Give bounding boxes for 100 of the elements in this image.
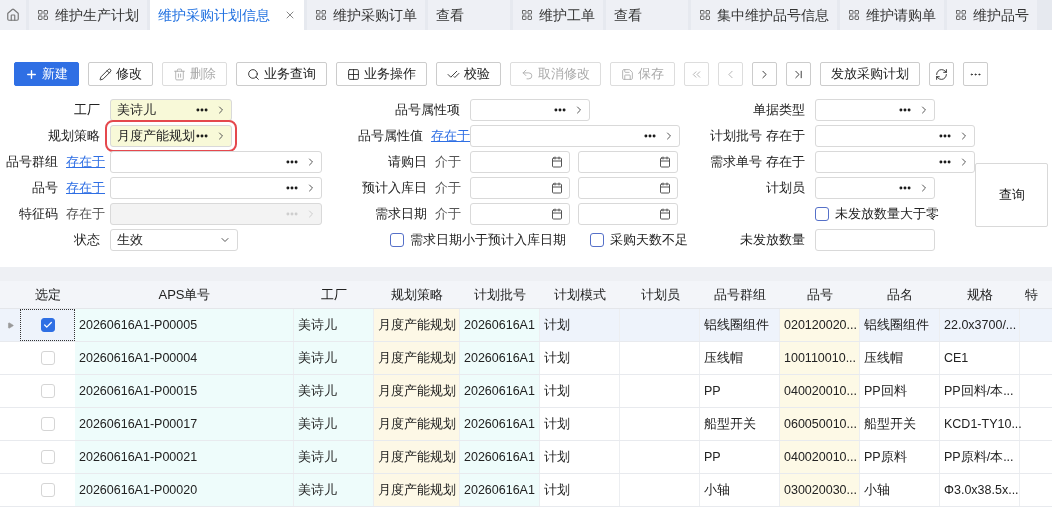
column-header: 计划员 <box>640 285 680 304</box>
undo-icon <box>521 67 534 81</box>
tool-button[interactable] <box>929 62 954 86</box>
operator-label: 介于 <box>435 153 461 172</box>
table-cell-text: 美诗儿 <box>298 349 337 367</box>
date-field[interactable] <box>470 177 570 199</box>
column-header: APS单号 <box>158 285 211 304</box>
lookup-field[interactable] <box>815 177 935 199</box>
operator-link[interactable]: 存在于 <box>66 152 105 172</box>
toolbar-button[interactable]: 新建 <box>14 62 79 86</box>
field-label: 品号属性项 <box>395 101 460 120</box>
table-cell-text: 月度产能规划 <box>378 448 456 466</box>
toolbar-button[interactable]: 校验 <box>436 62 501 86</box>
toolbar-button[interactable]: 发放采购计划 <box>820 62 920 86</box>
table-cell-text: 月度产能规划 <box>378 349 456 367</box>
field-label: 品号群组 <box>5 153 59 172</box>
lookup-field[interactable] <box>470 125 680 147</box>
table-cell-text: 月度产能规划 <box>378 316 456 334</box>
checkbox[interactable] <box>815 207 829 221</box>
table-row[interactable]: 20260616A1-P00004 美诗儿 月度产能规划 20260616A1 计划 压线帽 100110010... 压线帽 CE1 <box>0 342 1052 375</box>
table-cell-text: 20260616A1-P00005 <box>79 316 198 334</box>
row-checkbox[interactable] <box>40 318 55 332</box>
close-icon[interactable] <box>284 9 296 21</box>
table-cell-text: 月度产能规划 <box>378 415 456 433</box>
text-field[interactable] <box>815 229 935 251</box>
page-icon <box>955 9 967 21</box>
table-cell-text: 计划 <box>544 316 570 334</box>
table-cell-text: 040020010... <box>784 382 857 400</box>
save-icon <box>621 67 634 81</box>
table-row[interactable]: 20260616A1-P00005 美诗儿 月度产能规划 20260616A1 计划 铝线圈组件 020120020... 铝线圈组件 22.0x3700/... <box>0 309 1052 342</box>
column-header: 规格 <box>967 285 993 304</box>
date-field[interactable] <box>578 151 678 173</box>
table-cell-text: 030020030... <box>784 481 857 499</box>
field-label: 规划策略 <box>48 127 100 146</box>
calendar-icon <box>551 208 563 220</box>
field-label: 计划员 <box>766 179 805 198</box>
tab[interactable]: 维护工单 <box>513 0 603 30</box>
table-cell-text: PP原料/本... <box>944 448 1014 466</box>
table-row[interactable]: 20260616A1-P00021 美诗儿 月度产能规划 20260616A1 计划 PP 040020010... PP原料 PP原料/本... <box>0 441 1052 474</box>
tab[interactable]: 维护采购订单 <box>307 0 425 30</box>
pager-button[interactable] <box>752 62 777 86</box>
table-cell-text: 20260616A1 <box>464 349 535 367</box>
lookup-field[interactable] <box>815 151 975 173</box>
operator-link[interactable]: 存在于 <box>66 178 105 198</box>
field-label: 请购日 <box>387 153 428 172</box>
search-icon <box>247 67 260 81</box>
status-select[interactable]: 生效 <box>110 229 238 251</box>
table-cell-text: 20260616A1-P00021 <box>79 448 198 466</box>
checkbox[interactable] <box>390 233 404 247</box>
field-label: 单据类型 <box>753 101 805 120</box>
lookup-field[interactable] <box>470 99 590 121</box>
field-label: 状态 <box>74 231 100 250</box>
table-row[interactable]: 20260616A1-P00015 美诗儿 月度产能规划 20260616A1 计划 PP 040020010... PP回料 PP回料/本... <box>0 375 1052 408</box>
home-icon[interactable] <box>6 8 20 22</box>
toolbar-button[interactable]: 业务操作 <box>336 62 427 86</box>
tab[interactable]: 查看 <box>606 0 688 30</box>
field-label: 计划批号 存在于 <box>710 127 805 146</box>
table-cell-text: 美诗儿 <box>298 481 337 499</box>
page-icon <box>521 9 533 21</box>
lookup-field[interactable]: 美诗儿 <box>110 99 232 121</box>
tab[interactable]: 维护品号 <box>947 0 1037 30</box>
lookup-field[interactable] <box>110 177 322 199</box>
tab[interactable]: 集中维护品号信息 <box>691 0 837 30</box>
date-field[interactable] <box>470 203 570 225</box>
query-button[interactable]: 查询 <box>975 163 1048 227</box>
toolbar-button[interactable]: 修改 <box>88 62 153 86</box>
table-row[interactable]: 20260616A1-P00017 美诗儿 月度产能规划 20260616A1 计划 船型开关 060050010... 船型开关 KCD1-TY10... <box>0 408 1052 441</box>
date-field[interactable] <box>578 177 678 199</box>
tab[interactable]: 查看 <box>428 0 510 30</box>
grid-icon <box>347 67 360 81</box>
table-cell-text: 100110010... <box>784 349 857 367</box>
lookup-field[interactable] <box>815 99 935 121</box>
table-cell-text: 20260616A1 <box>464 382 535 400</box>
table-cell-text: 20260616A1 <box>464 481 535 499</box>
tab[interactable]: 维护请购单 <box>840 0 944 30</box>
checkbox-label: 采购天数不足 <box>610 231 688 250</box>
calendar-icon <box>551 182 563 194</box>
operator-label: 介于 <box>435 205 461 224</box>
toolbar-button[interactable]: 业务查询 <box>236 62 327 86</box>
tab[interactable]: 维护生产计划 <box>29 0 147 30</box>
date-field[interactable] <box>470 151 570 173</box>
table-cell-text: 20260616A1 <box>464 316 535 334</box>
table-cell-text: 20260616A1-P00004 <box>79 349 198 367</box>
lookup-field[interactable] <box>110 151 322 173</box>
table-cell-text: 小轴 <box>864 481 890 499</box>
tab[interactable]: 维护采购计划信息 <box>150 0 304 30</box>
table-cell-text: 060050010... <box>784 415 857 433</box>
table-cell-text: 计划 <box>544 349 570 367</box>
pager-button[interactable] <box>786 62 811 86</box>
field-label: 品号 <box>31 179 59 198</box>
table-cell-text: 20260616A1-P00017 <box>79 415 198 433</box>
date-field[interactable] <box>578 203 678 225</box>
column-header: 品号 <box>807 285 833 304</box>
table-cell-text: 美诗儿 <box>298 448 337 466</box>
checkbox[interactable] <box>590 233 604 247</box>
table-cell-text: 船型开关 <box>704 415 756 433</box>
lookup-field[interactable] <box>815 125 975 147</box>
operator-link[interactable]: 存在于 <box>431 126 470 146</box>
field-label: 需求单号 存在于 <box>710 153 805 172</box>
table-row[interactable]: 20260616A1-P00020 美诗儿 月度产能规划 20260616A1 计划 小轴 030020030... 小轴 Φ3.0x38.5x... <box>0 474 1052 507</box>
